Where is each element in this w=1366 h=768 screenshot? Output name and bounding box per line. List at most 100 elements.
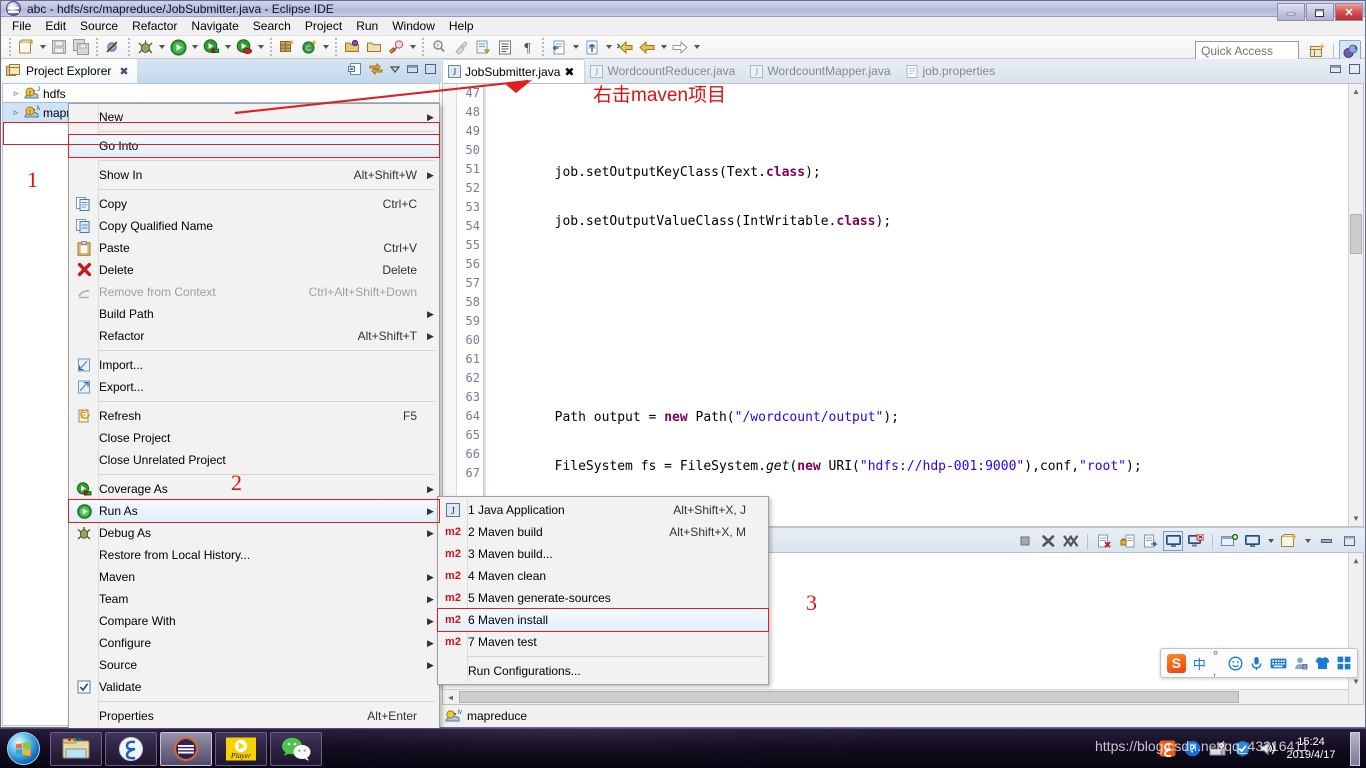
voice-input-icon[interactable] (1250, 656, 1263, 671)
sogou-ime-toolbar[interactable]: S 中 °‚ S (1160, 648, 1358, 678)
sogou-task[interactable] (105, 731, 157, 766)
back-dropdown-arrow[interactable] (658, 36, 669, 58)
menu-source[interactable]: Source (73, 17, 125, 35)
goto-line-icon[interactable] (581, 36, 603, 58)
last-edit-dropdown-arrow[interactable] (570, 36, 581, 58)
menu-item-refactor[interactable]: Refactor Alt+Shift+T ▶ (69, 325, 439, 347)
back-icon[interactable] (636, 36, 658, 58)
menu-item-team[interactable]: Team ▶ (69, 588, 439, 610)
menu-search[interactable]: Search (246, 17, 298, 35)
pilcrow-icon[interactable]: ¶ (516, 36, 538, 58)
file-explorer-task[interactable] (50, 731, 102, 766)
security-tray-icon[interactable] (1234, 740, 1251, 757)
remove-launch-icon[interactable] (1038, 531, 1058, 551)
emoji-icon[interactable] (1228, 655, 1243, 671)
sogou-tray-icon[interactable] (1159, 740, 1176, 757)
show-whitespace-icon[interactable] (494, 36, 516, 58)
run-as-item-3-maven-build[interactable]: m2 3 Maven build... (438, 543, 768, 565)
scroll-up-arrow[interactable]: ▲ (1351, 85, 1361, 98)
maximize-icon[interactable] (1348, 63, 1361, 75)
menu-item-import[interactable]: Import... (69, 354, 439, 376)
menu-item-show-in[interactable]: Show In Alt+Shift+W ▶ (69, 164, 439, 186)
new-java-package-icon[interactable] (276, 36, 298, 58)
menu-item-go-into[interactable]: Go Into (68, 134, 440, 158)
minimize-icon[interactable] (1316, 531, 1336, 551)
menu-item-refresh[interactable]: Refresh F5 (69, 405, 439, 427)
tab-wordcountreducer-java[interactable]: J WordcountReducer.java (585, 59, 745, 83)
network-tray-icon[interactable] (1209, 740, 1226, 757)
run-as-item-5-maven-generate-sources[interactable]: m2 5 Maven generate-sources (438, 587, 768, 609)
menu-window[interactable]: Window (385, 17, 442, 35)
run-error-dropdown-arrow[interactable] (255, 36, 266, 58)
editor-vertical-scrollbar[interactable]: ▲ ▼ (1348, 84, 1363, 526)
collapse-all-icon[interactable] (348, 62, 363, 76)
eclipse-task[interactable] (160, 731, 212, 766)
forward-icon[interactable] (669, 36, 691, 58)
debug-icon[interactable] (134, 36, 156, 58)
scrollbar-thumb[interactable] (459, 691, 1239, 703)
tab-project-explorer[interactable]: Project Explorer ✖ (1, 59, 137, 83)
coverage-dropdown-arrow[interactable] (222, 36, 233, 58)
show-console-icon[interactable] (1163, 531, 1183, 551)
pin-console-icon[interactable] (1186, 531, 1206, 551)
skin-icon[interactable] (1315, 656, 1330, 670)
run-as-item-1-java-application[interactable]: J 1 Java Application Alt+Shift+X, J (438, 499, 768, 521)
expander-icon[interactable]: ▹ (11, 88, 21, 99)
back-to-previous-icon[interactable] (614, 36, 636, 58)
new-java-class-icon[interactable]: C (298, 36, 320, 58)
maximize-icon[interactable] (424, 63, 437, 75)
view-menu-icon[interactable] (389, 63, 401, 75)
soft-keyboard-icon[interactable] (1270, 657, 1287, 670)
coverage-icon[interactable] (200, 36, 222, 58)
menu-item-close-unrelated-project[interactable]: Close Unrelated Project (69, 449, 439, 471)
menu-item-configure[interactable]: Configure ▶ (69, 632, 439, 654)
tree-item-hdfs[interactable]: ▹ ! J hdfs (3, 84, 439, 103)
open-type-icon[interactable] (341, 36, 363, 58)
menu-item-close-project[interactable]: Close Project (69, 427, 439, 449)
new-java-class-dropdown-arrow[interactable] (320, 36, 331, 58)
open-console-dropdown-arrow[interactable] (1302, 530, 1313, 552)
menu-item-debug-as[interactable]: Debug As ▶ (69, 522, 439, 544)
console-vertical-scrollbar[interactable]: ▲ ▼ (1348, 553, 1363, 704)
run-as-item-run-configurations[interactable]: Run Configurations... (438, 660, 768, 682)
toolbox-icon[interactable] (1337, 656, 1351, 670)
run-error-icon[interactable] (233, 36, 255, 58)
menu-item-run-as[interactable]: Run As ▶ (68, 499, 440, 523)
source-code[interactable]: job.setOutputKeyClass(Text.class); job.s… (486, 84, 1363, 526)
menu-edit[interactable]: Edit (38, 17, 73, 35)
close-icon[interactable]: ✖ (119, 65, 128, 78)
show-desktop-button[interactable] (1350, 731, 1360, 766)
volume-tray-icon[interactable] (1259, 740, 1276, 757)
run-as-item-2-maven-build[interactable]: m2 2 Maven build Alt+Shift+X, M (438, 521, 768, 543)
toggle-breakpoint-icon[interactable] (102, 36, 124, 58)
open-console-icon[interactable] (1279, 531, 1299, 551)
run-as-item-4-maven-clean[interactable]: m2 4 Maven clean (438, 565, 768, 587)
tab-wordcountmapper-java[interactable]: J WordcountMapper.java (745, 59, 900, 83)
clear-console-icon[interactable] (1094, 531, 1114, 551)
menu-item-copy-qualified-name[interactable]: Copy Qualified Name (69, 215, 439, 237)
menu-item-build-path[interactable]: Build Path ▶ (69, 303, 439, 325)
link-with-editor-icon[interactable] (368, 62, 384, 76)
last-edit-location-icon[interactable] (548, 36, 570, 58)
menu-item-delete[interactable]: Delete Delete (69, 259, 439, 281)
goto-line-dropdown-arrow[interactable] (603, 36, 614, 58)
search-dropdown-arrow[interactable] (407, 36, 418, 58)
run-dropdown-arrow[interactable] (189, 36, 200, 58)
run-as-item-7-maven-test[interactable]: m2 7 Maven test (438, 631, 768, 653)
menu-help[interactable]: Help (442, 17, 481, 35)
display-console-dropdown-arrow[interactable] (1265, 530, 1276, 552)
restore-button[interactable] (1306, 3, 1334, 21)
menu-item-source[interactable]: Source ▶ (69, 654, 439, 676)
run-as-submenu[interactable]: J 1 Java Application Alt+Shift+X, J m2 2 Mav… (437, 496, 769, 685)
player-task[interactable]: Player (215, 731, 267, 766)
menu-project[interactable]: Project (298, 17, 349, 35)
scroll-up-arrow[interactable]: ▲ (1351, 554, 1361, 567)
menu-item-copy[interactable]: Copy Ctrl+C (69, 193, 439, 215)
menu-item-compare-with[interactable]: Compare With ▶ (69, 610, 439, 632)
console-horizontal-scrollbar[interactable]: ◀ (443, 689, 1348, 704)
next-annotation-icon[interactable] (472, 36, 494, 58)
menu-item-export[interactable]: Export... (69, 376, 439, 398)
taskbar-clock[interactable]: 15:24 2019/4/17 (1284, 736, 1338, 762)
minimize-button[interactable] (1277, 3, 1305, 21)
maximize-icon[interactable] (1339, 531, 1359, 551)
